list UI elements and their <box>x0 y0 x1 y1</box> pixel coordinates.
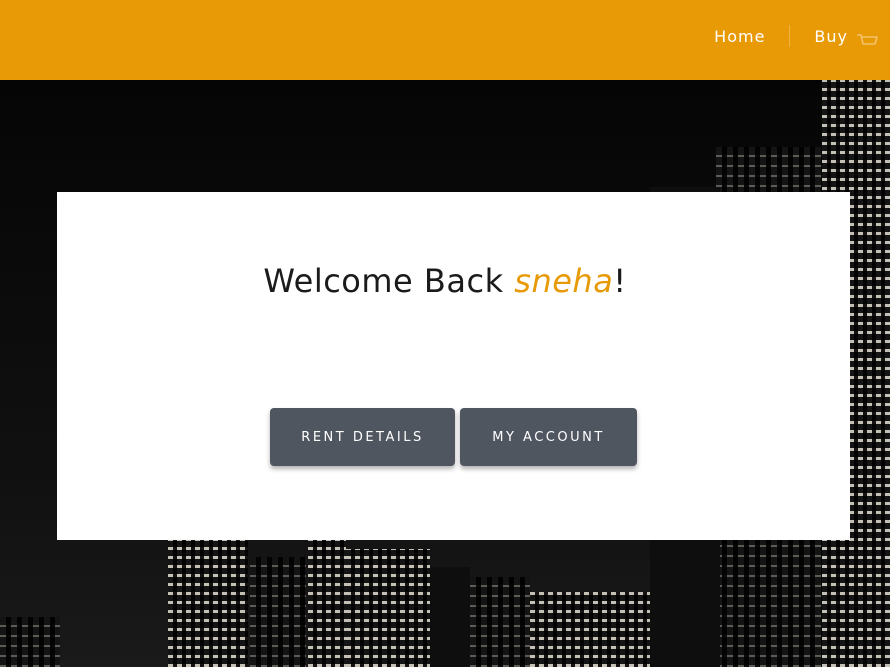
cart-icon[interactable] <box>856 32 878 46</box>
username: sneha <box>514 262 614 300</box>
my-account-button[interactable]: MY ACCOUNT <box>460 408 637 466</box>
page: Home Buy Welcome Back sneha! RENT DETAIL… <box>0 0 890 667</box>
welcome-prefix: Welcome Back <box>263 262 515 300</box>
rent-details-button[interactable]: RENT DETAILS <box>270 408 455 466</box>
nav-home-link[interactable]: Home <box>690 27 789 46</box>
welcome-card <box>57 192 850 540</box>
top-navbar: Home Buy <box>0 0 890 80</box>
welcome-heading: Welcome Back sneha! <box>0 262 890 300</box>
welcome-suffix: ! <box>613 262 627 300</box>
